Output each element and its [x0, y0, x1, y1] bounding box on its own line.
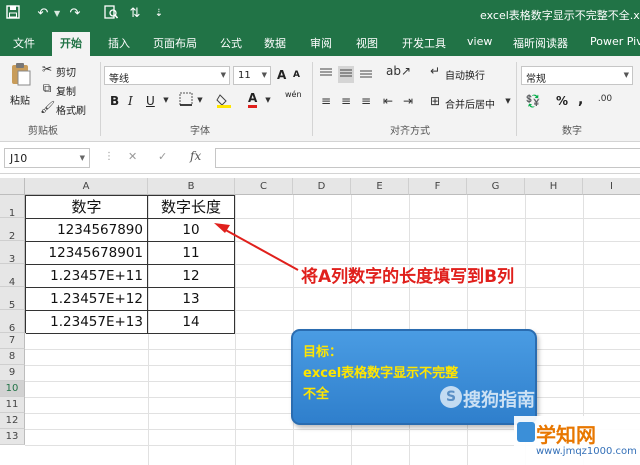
goal-line-1: 目标：: [303, 345, 343, 360]
goal-line-3: 不全: [303, 387, 330, 402]
site-logo-icon: [517, 422, 535, 442]
annotation-text: 将A列数字的长度填写到B列: [301, 267, 515, 287]
site-logo-url: www.jmqz1000.com: [536, 446, 637, 457]
goal-line-2: excel表格数字显示不完整: [303, 366, 459, 381]
sogou-watermark: 搜狗指南: [463, 390, 535, 411]
site-logo: 学知网 www.jmqz1000.com: [514, 416, 640, 465]
sogou-logo: S: [440, 386, 462, 408]
site-logo-name: 学知网: [536, 423, 596, 447]
